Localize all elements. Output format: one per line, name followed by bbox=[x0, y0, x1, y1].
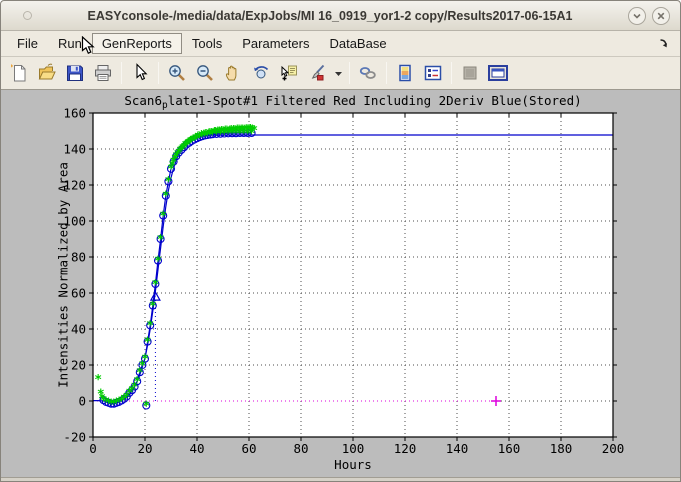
pan-hand-icon bbox=[223, 63, 243, 83]
svg-text:20: 20 bbox=[137, 441, 152, 456]
menubar: File Run GenReports Tools Parameters Dat… bbox=[1, 31, 680, 57]
svg-text:40: 40 bbox=[189, 441, 204, 456]
zoom-in-icon bbox=[167, 63, 187, 83]
plot-canvas[interactable]: ****************************************… bbox=[1, 90, 680, 477]
svg-text:*: * bbox=[141, 353, 149, 368]
svg-text:140: 140 bbox=[446, 441, 469, 456]
new-file-button[interactable] bbox=[6, 60, 32, 86]
plot-title-post: late1-Spot#1 Filtered Red Including 2Der… bbox=[168, 93, 582, 108]
toolbar-separator bbox=[349, 62, 350, 84]
svg-text:*: * bbox=[94, 373, 102, 388]
menu-genreports[interactable]: GenReports bbox=[92, 33, 182, 54]
svg-text:60: 60 bbox=[71, 286, 86, 301]
colorbar-icon bbox=[395, 63, 415, 83]
figure-area: ****************************************… bbox=[1, 90, 680, 477]
inactive-square-icon bbox=[460, 63, 480, 83]
zoom-out-icon bbox=[195, 63, 215, 83]
toolbar-separator bbox=[451, 62, 452, 84]
new-file-icon bbox=[9, 63, 29, 83]
insert-legend-button[interactable] bbox=[420, 60, 446, 86]
svg-text:*: * bbox=[154, 254, 162, 269]
brush-icon bbox=[307, 63, 327, 83]
window-title: EASYconsole-/media/data/ExpJobs/MI 16_09… bbox=[32, 9, 628, 23]
plot-title: Scan6plate1-Spot#1 Filtered Red Includin… bbox=[124, 93, 581, 111]
menu-file[interactable]: File bbox=[7, 33, 48, 54]
save-icon bbox=[65, 63, 85, 83]
open-file-button[interactable] bbox=[34, 60, 60, 86]
y-axis-label: Intensities Normalized by Area bbox=[56, 162, 71, 388]
collapse-button[interactable] bbox=[628, 7, 646, 25]
data-cursor-icon bbox=[279, 63, 299, 83]
toolbar-separator bbox=[386, 62, 387, 84]
brush-tool-button[interactable] bbox=[304, 60, 330, 86]
svg-text:*: * bbox=[144, 335, 152, 350]
zoom-in-button[interactable] bbox=[164, 60, 190, 86]
close-x-icon bbox=[655, 10, 667, 22]
rotate-3d-icon bbox=[251, 63, 271, 83]
insert-colorbar-button[interactable] bbox=[392, 60, 418, 86]
pan-tool-button[interactable] bbox=[220, 60, 246, 86]
svg-text:120: 120 bbox=[394, 441, 417, 456]
menu-tools[interactable]: Tools bbox=[182, 33, 232, 54]
window-resize-strip bbox=[1, 477, 680, 482]
data-cursor-button[interactable] bbox=[276, 60, 302, 86]
toolbar bbox=[1, 57, 680, 90]
svg-text:*: * bbox=[157, 233, 165, 248]
brush-dropdown-button[interactable] bbox=[332, 60, 344, 86]
close-button[interactable] bbox=[652, 7, 670, 25]
svg-text:180: 180 bbox=[550, 441, 573, 456]
dock-figure-button[interactable] bbox=[485, 60, 511, 86]
svg-text:80: 80 bbox=[293, 441, 308, 456]
print-button[interactable] bbox=[90, 60, 116, 86]
dock-figure-icon bbox=[487, 63, 509, 83]
legend-icon bbox=[423, 63, 443, 83]
svg-text:40: 40 bbox=[71, 322, 86, 337]
toolbar-separator bbox=[121, 62, 122, 84]
inactive-tool-button[interactable] bbox=[457, 60, 483, 86]
svg-text:*: * bbox=[146, 319, 154, 334]
svg-text:*: * bbox=[250, 124, 258, 139]
svg-text:20: 20 bbox=[71, 358, 86, 373]
brush-dropdown-arrow-icon bbox=[334, 69, 343, 78]
svg-text:0: 0 bbox=[78, 394, 86, 409]
svg-text:-20: -20 bbox=[63, 430, 86, 445]
svg-text:*: * bbox=[142, 399, 150, 414]
svg-text:*: * bbox=[149, 299, 157, 314]
svg-text:*: * bbox=[159, 209, 167, 224]
svg-text:200: 200 bbox=[602, 441, 625, 456]
app-window: EASYconsole-/media/data/ExpJobs/MI 16_09… bbox=[0, 0, 681, 482]
rotate-3d-button[interactable] bbox=[248, 60, 274, 86]
menu-run[interactable]: Run bbox=[48, 33, 92, 54]
svg-text:100: 100 bbox=[342, 441, 365, 456]
window-icon bbox=[23, 11, 32, 20]
svg-text:*: * bbox=[162, 190, 170, 205]
menu-database[interactable]: DataBase bbox=[319, 33, 396, 54]
chevron-down-icon bbox=[631, 10, 643, 22]
svg-text:160: 160 bbox=[63, 106, 86, 121]
toolbar-separator bbox=[158, 62, 159, 84]
titlebar: EASYconsole-/media/data/ExpJobs/MI 16_09… bbox=[1, 1, 680, 31]
svg-text:60: 60 bbox=[241, 441, 256, 456]
link-plots-icon bbox=[358, 63, 378, 83]
svg-text:140: 140 bbox=[63, 142, 86, 157]
svg-text:0: 0 bbox=[89, 441, 97, 456]
pointer-tool-button[interactable] bbox=[127, 60, 153, 86]
menu-parameters[interactable]: Parameters bbox=[232, 33, 319, 54]
menu-overflow-arrow-icon[interactable] bbox=[659, 38, 670, 49]
save-button[interactable] bbox=[62, 60, 88, 86]
open-file-icon bbox=[37, 63, 57, 83]
plot-title-pre: Scan6 bbox=[124, 93, 162, 108]
print-icon bbox=[93, 63, 113, 83]
link-plots-button[interactable] bbox=[355, 60, 381, 86]
x-axis-label: Hours bbox=[334, 457, 372, 472]
svg-text:160: 160 bbox=[498, 441, 521, 456]
svg-text:80: 80 bbox=[71, 250, 86, 265]
zoom-out-button[interactable] bbox=[192, 60, 218, 86]
pointer-icon bbox=[130, 63, 150, 83]
svg-text:*: * bbox=[151, 278, 159, 293]
window-controls bbox=[628, 7, 670, 25]
